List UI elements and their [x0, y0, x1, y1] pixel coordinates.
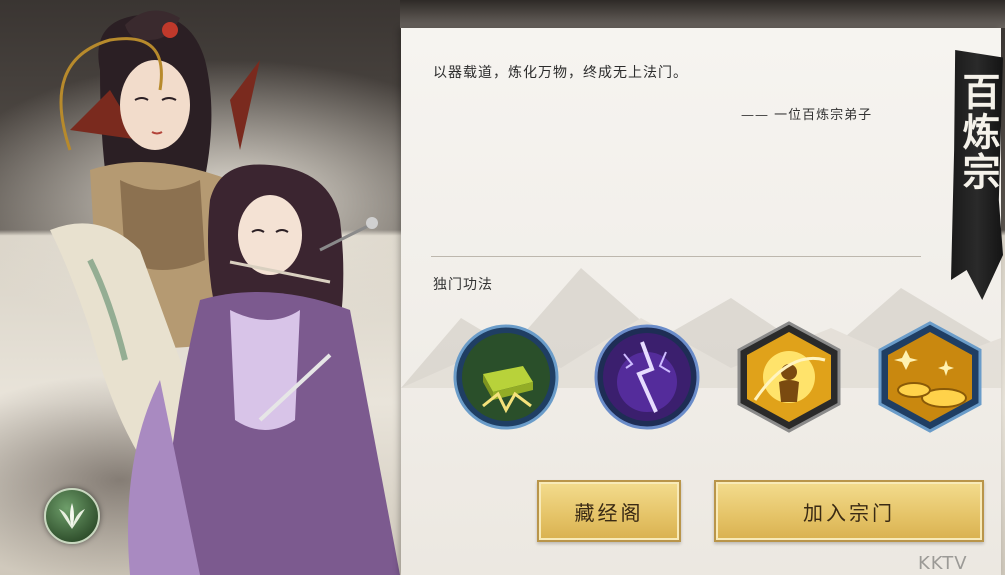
gold-bar-forge-icon: [453, 324, 559, 430]
watermark: KKTV: [918, 553, 968, 574]
sect-characters-art: [50, 10, 400, 575]
sect-name: 百炼宗: [956, 72, 1001, 192]
join-sect-button[interactable]: 加入宗门: [714, 480, 984, 542]
skill-gold-forge[interactable]: [453, 324, 559, 430]
top-scenery-edge: [400, 0, 1005, 28]
section-divider: [431, 256, 921, 257]
skill-purple-lightning[interactable]: [594, 324, 700, 430]
library-button[interactable]: 藏经阁: [537, 480, 681, 542]
game-scene: 以器载道，炼化万物，终成无上法门。 —— 一位百炼宗弟子 独门功法 藏经阁 加入…: [0, 0, 1005, 575]
purple-lightning-icon: [594, 324, 700, 430]
sect-emblem-icon[interactable]: [44, 488, 100, 544]
motto-attribution: —— 一位百炼宗弟子: [741, 108, 873, 123]
leaf-icon: [59, 503, 85, 529]
sect-motto: 以器载道，炼化万物，终成无上法门。: [433, 65, 688, 81]
golden-aura-figure-icon: [737, 321, 841, 433]
sect-info-panel: 以器载道，炼化万物，终成无上法门。 —— 一位百炼宗弟子 独门功法 藏经阁 加入…: [401, 28, 1001, 575]
golden-coins-icon: [878, 321, 982, 433]
skill-golden-aura[interactable]: [735, 320, 843, 434]
skill-golden-coins[interactable]: [876, 320, 984, 434]
skills-heading: 独门功法: [433, 277, 493, 293]
